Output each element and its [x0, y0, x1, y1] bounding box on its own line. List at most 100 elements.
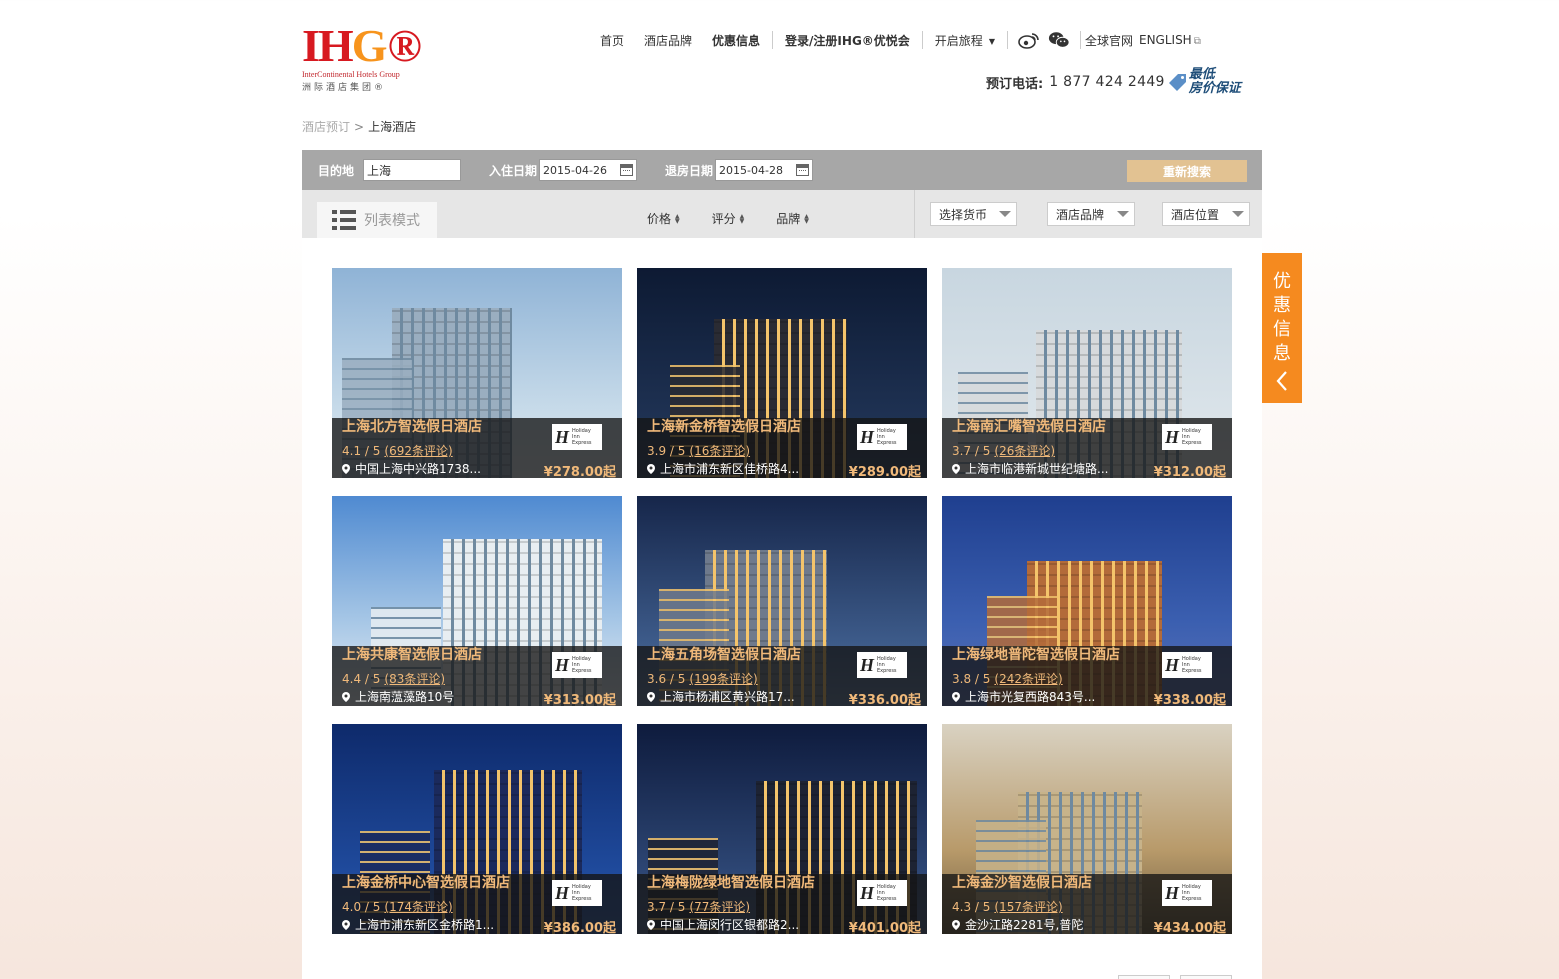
hotel-card[interactable]: 上海金沙智选假日酒店 H Holiday Inn Express 4.3 / 5… [942, 724, 1232, 934]
hotel-name[interactable]: 上海共康智选假日酒店 [342, 644, 482, 664]
breadcrumb-current: 上海酒店 [368, 120, 417, 134]
view-mode-label: 列表模式 [364, 213, 420, 229]
brand-logo-text: Holiday Inn Express [1182, 428, 1202, 446]
ihg-logo[interactable]: I H G ® InterContinental Hotels Group 洲际… [302, 23, 422, 96]
hotel-card[interactable]: 上海五角场智选假日酒店 H Holiday Inn Express 3.6 / … [637, 496, 927, 706]
nav-brands[interactable]: 酒店品牌 [634, 32, 702, 49]
brand-h-mark: H [555, 883, 570, 903]
nav-travel-dropdown[interactable]: 开启旅程 ▼ [925, 32, 1005, 49]
best-rate-guarantee[interactable]: 最低 房价保证 [1167, 68, 1241, 96]
hotel-card[interactable]: 上海绿地普陀智选假日酒店 H Holiday Inn Express 3.8 /… [942, 496, 1232, 706]
reviews-link[interactable]: (26条评论) [994, 444, 1055, 458]
logo-english-name: InterContinental Hotels Group [302, 70, 400, 79]
location-pin-icon [952, 691, 960, 702]
destination-input[interactable] [363, 159, 462, 181]
hotel-name[interactable]: 上海金桥中心智选假日酒店 [342, 872, 510, 892]
nav-english[interactable]: ENGLISH ⧉ [1137, 33, 1203, 47]
hotel-card[interactable]: 上海南汇嘴智选假日酒店 H Holiday Inn Express 3.7 / … [942, 268, 1232, 478]
hotel-rating: 3.7 / 5 (77条评论) [647, 898, 750, 915]
caret-down-icon: ▼ [988, 36, 995, 46]
hotel-name[interactable]: 上海北方智选假日酒店 [342, 416, 482, 436]
nav-global-site[interactable]: 全球官网 [1083, 32, 1137, 49]
side-tab-char: 息 [1273, 343, 1291, 364]
sort-arrows-icon: ▲ ▼ [675, 212, 680, 225]
hotel-card[interactable]: 上海北方智选假日酒店 H Holiday Inn Express 4.1 / 5… [332, 268, 622, 478]
holiday-inn-express-logo: H Holiday Inn Express [1162, 880, 1212, 906]
nav-divider [921, 31, 923, 49]
hotel-card[interactable]: 上海梅陇绿地智选假日酒店 H Holiday Inn Express 3.7 /… [637, 724, 927, 934]
hotel-card[interactable]: 上海共康智选假日酒店 H Holiday Inn Express 4.4 / 5… [332, 496, 622, 706]
hotel-card[interactable]: 上海金桥中心智选假日酒店 H Holiday Inn Express 4.0 /… [332, 724, 622, 934]
reviews-link[interactable]: (199条评论) [689, 672, 757, 686]
location-pin-icon [952, 463, 960, 474]
holiday-inn-express-logo: H Holiday Inn Express [857, 424, 907, 450]
sort-by-rating[interactable]: 评分 ▲ ▼ [712, 210, 745, 227]
research-button[interactable]: 重新搜索 [1127, 160, 1247, 182]
reviews-link[interactable]: (157条评论) [994, 900, 1062, 914]
sort-by-brand[interactable]: 品牌 ▲ ▼ [776, 210, 809, 227]
hotel-price: ¥401.00起 [848, 921, 921, 934]
sort-price-label: 价格 [647, 212, 672, 226]
nav-home[interactable]: 首页 [590, 32, 634, 49]
holiday-inn-express-logo: H Holiday Inn Express [857, 880, 907, 906]
address-text: 上海市临港新城世纪塘路... [965, 462, 1109, 476]
hotel-name[interactable]: 上海金沙智选假日酒店 [952, 872, 1092, 892]
checkin-date-field[interactable]: 2015-04-26 [539, 159, 638, 181]
side-tab-char: 优 [1273, 271, 1291, 292]
location-select[interactable]: 酒店位置 [1162, 202, 1250, 226]
sort-options: 价格 ▲ ▼ 评分 ▲ ▼ 品牌 ▲ ▼ [647, 210, 841, 227]
brand-logo-text: Holiday Inn Express [572, 428, 592, 446]
rating-score: 3.7 / 5 [952, 444, 991, 458]
hotel-name[interactable]: 上海五角场智选假日酒店 [647, 644, 801, 664]
nav-offers[interactable]: 优惠信息 [702, 32, 770, 49]
calendar-icon[interactable] [796, 164, 810, 176]
checkout-date-value: 2015-04-28 [719, 163, 783, 177]
sort-by-price[interactable]: 价格 ▲ ▼ [647, 210, 680, 227]
breadcrumb-root-link[interactable]: 酒店预订 [302, 118, 350, 135]
brand-logo-text: Holiday Inn Express [1182, 884, 1202, 902]
currency-select[interactable]: 选择货币 [930, 202, 1017, 226]
brand-select[interactable]: 酒店品牌 [1047, 202, 1135, 226]
hotel-address: 中国上海中兴路1738... [342, 460, 481, 477]
checkout-date-field[interactable]: 2015-04-28 [715, 159, 814, 181]
rating-score: 3.9 / 5 [647, 444, 686, 458]
hotel-card[interactable]: 上海新金桥智选假日酒店 H Holiday Inn Express 3.9 / … [637, 268, 927, 478]
hotel-name[interactable]: 上海新金桥智选假日酒店 [647, 416, 801, 436]
hotel-name[interactable]: 上海南汇嘴智选假日酒店 [952, 416, 1106, 436]
offers-side-tab[interactable]: 优 惠 信 息 [1262, 253, 1302, 403]
pager-button[interactable] [1180, 975, 1232, 979]
hotel-rating: 4.3 / 5 (157条评论) [952, 898, 1063, 915]
phone-number[interactable]: 1 877 424 2449 [1049, 74, 1165, 90]
hotel-price: ¥386.00起 [543, 921, 616, 934]
reviews-link[interactable]: (174条评论) [384, 900, 452, 914]
hotel-rating: 4.1 / 5 (692条评论) [342, 442, 453, 459]
external-link-icon: ⧉ [1193, 36, 1201, 47]
location-pin-icon [952, 919, 960, 930]
pager-button[interactable] [1118, 975, 1170, 979]
hotel-results: 上海北方智选假日酒店 H Holiday Inn Express 4.1 / 5… [302, 238, 1262, 979]
hotel-name[interactable]: 上海梅陇绿地智选假日酒店 [647, 872, 815, 892]
sort-rating-label: 评分 [711, 212, 736, 226]
wechat-icon[interactable] [1048, 31, 1070, 49]
checkin-date-value: 2015-04-26 [543, 163, 607, 177]
filter-divider [914, 190, 915, 238]
hotel-address: 上海市浦东新区佳桥路4... [647, 460, 799, 477]
brand-h-mark: H [860, 655, 875, 675]
reviews-link[interactable]: (692条评论) [384, 444, 452, 458]
list-view-toggle[interactable]: 列表模式 [317, 202, 437, 238]
nav-login-register[interactable]: 登录/注册IHG®优悦会 [775, 32, 920, 49]
hotel-name[interactable]: 上海绿地普陀智选假日酒店 [952, 644, 1120, 664]
reviews-link[interactable]: (16条评论) [689, 444, 750, 458]
best-rate-guarantee-text: 最低 房价保证 [1189, 68, 1241, 96]
calendar-icon[interactable] [620, 164, 634, 176]
sort-arrows-icon: ▲ ▼ [739, 212, 745, 225]
reviews-link[interactable]: (83条评论) [384, 672, 445, 686]
location-select-label: 酒店位置 [1171, 207, 1220, 222]
location-pin-icon [342, 463, 350, 474]
search-bar: 目的地 入住日期 2015-04-26 退房日期 2015-04-28 重新搜索 [302, 150, 1262, 190]
reviews-link[interactable]: (77条评论) [689, 900, 750, 914]
logo-chinese-name: 洲际酒店集团® [302, 83, 387, 93]
weibo-icon[interactable] [1018, 31, 1040, 49]
reviews-link[interactable]: (242条评论) [994, 672, 1062, 686]
brand-h-mark: H [860, 427, 875, 447]
